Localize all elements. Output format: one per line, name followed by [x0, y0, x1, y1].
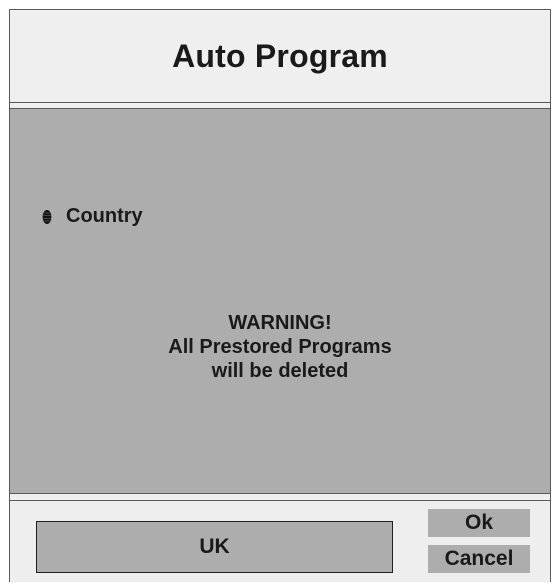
country-value-field[interactable]: UK [36, 521, 393, 573]
country-label: Country [66, 205, 143, 227]
warning-heading: WARNING! [228, 312, 332, 334]
warning-line: All Prestored Programs [168, 336, 392, 358]
cancel-button[interactable]: Cancel [428, 545, 530, 573]
warning-line: will be deleted [211, 360, 349, 382]
dialog-title: Auto Program [172, 37, 388, 74]
country-setting-row[interactable]: Country [42, 205, 143, 228]
ok-button[interactable]: Ok [428, 509, 530, 537]
title-bar: Auto Program [10, 10, 550, 103]
auto-program-dialog: Auto Program Country WARNING! All Presto… [9, 9, 551, 582]
warning-message: WARNING! All Prestored Programs will be … [10, 311, 550, 383]
main-panel: Country WARNING! All Prestored Programs … [10, 108, 550, 494]
country-value: UK [199, 535, 230, 558]
bottom-controls: UK Ok Cancel [10, 500, 550, 582]
bullet-icon [42, 209, 52, 224]
